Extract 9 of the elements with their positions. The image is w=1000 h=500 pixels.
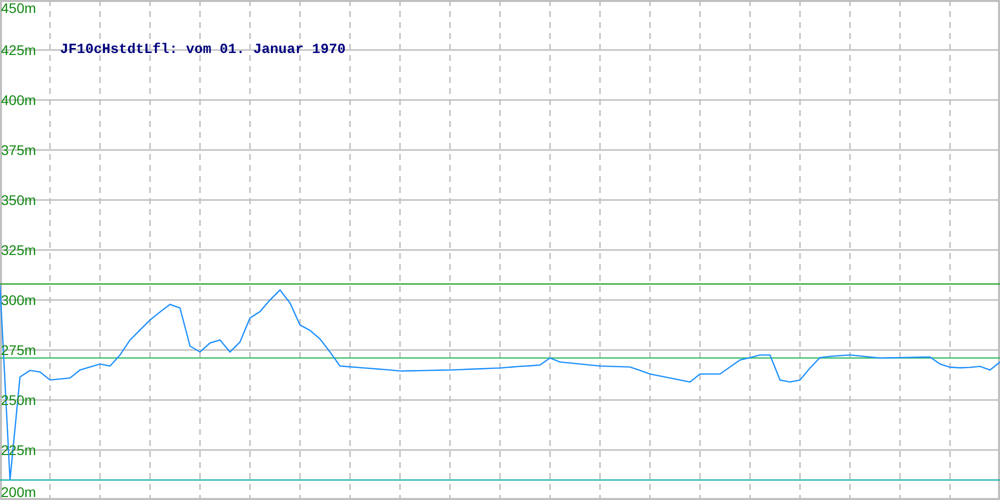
- y-axis-label: 400m: [1, 92, 36, 108]
- y-axis-label: 350m: [1, 192, 36, 208]
- y-axis-label: 200m: [1, 484, 36, 500]
- y-axis-label: 450m: [1, 0, 36, 16]
- y-axis-label: 425m: [1, 42, 36, 58]
- y-axis-label: 325m: [1, 242, 36, 258]
- y-axis-label: 375m: [1, 142, 36, 158]
- chart-title: JF10cHstdtLfl: vom 01. Januar 1970: [60, 42, 346, 58]
- y-axis-label: 300m: [1, 292, 36, 308]
